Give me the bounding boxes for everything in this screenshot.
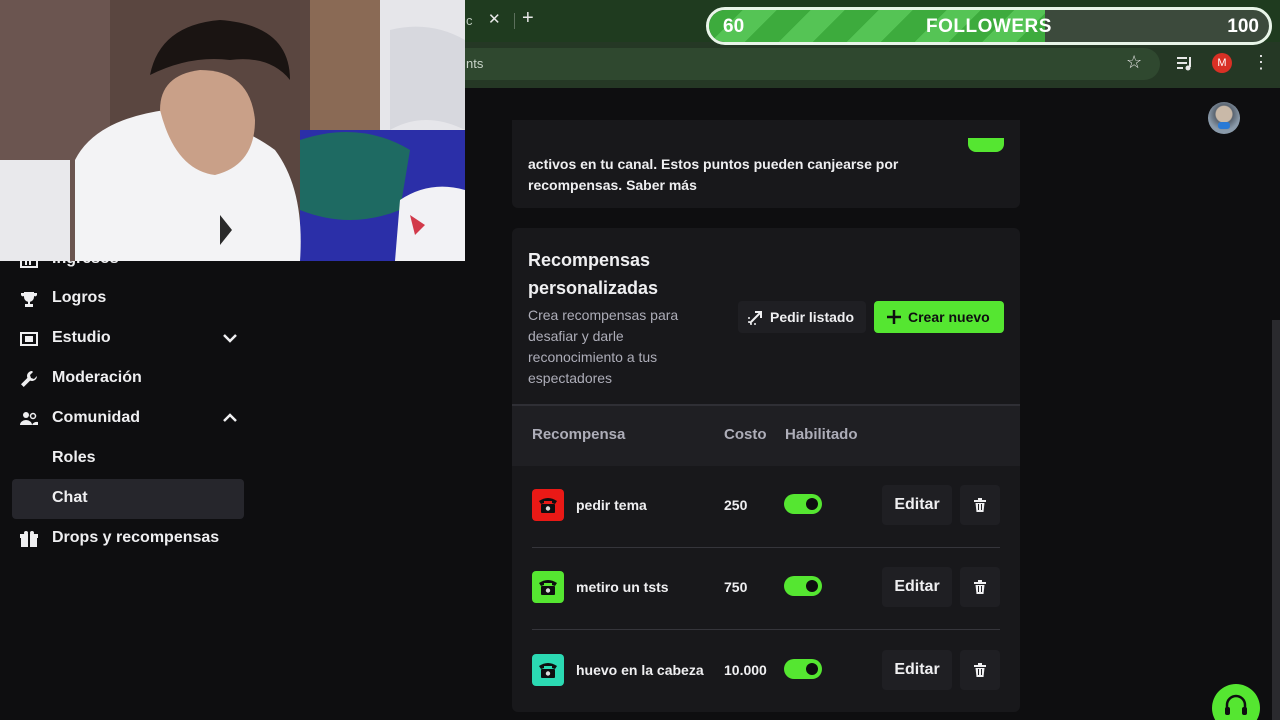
new-tab-icon[interactable]: +	[522, 7, 534, 30]
tab-close-icon[interactable]: ✕	[488, 10, 501, 28]
chevron-up-icon[interactable]	[222, 412, 238, 424]
toggle-knob	[806, 663, 818, 675]
toggle-knob	[806, 580, 818, 592]
reward-phone-icon	[532, 571, 564, 603]
goal-title: FOLLOWERS	[926, 16, 1052, 37]
reward-enabled-toggle[interactable]	[784, 494, 822, 514]
followers-goal-overlay: 60 FOLLOWERS 100	[706, 7, 1272, 45]
delete-reward-button[interactable]	[960, 567, 1000, 607]
table-row: metiro un tsts 750 Editar	[512, 548, 1020, 630]
sidebar-item-logros[interactable]: Logros	[12, 279, 244, 319]
custom-rewards-card: Recompensas personalizadas Crea recompen…	[512, 228, 1020, 712]
row-divider	[532, 629, 1000, 630]
sidebar-item-label: Estudio	[52, 329, 111, 346]
reward-name: huevo en la cabeza	[576, 662, 704, 678]
help-button[interactable]	[1212, 684, 1260, 720]
browser-menu-icon[interactable]: ⋮	[1252, 52, 1270, 73]
webcam-overlay	[0, 0, 465, 261]
popout-icon	[748, 311, 762, 325]
toggle-knob	[806, 498, 818, 510]
sidebar-item-label: Logros	[52, 289, 107, 306]
sidebar-item-moderacion[interactable]: Moderación	[12, 359, 244, 399]
channel-points-card: activos en tu canal. Estos puntos pueden…	[512, 120, 1020, 208]
plus-icon	[887, 310, 901, 324]
create-new-label: Crear nuevo	[908, 309, 990, 325]
reward-name: metiro un tsts	[576, 579, 669, 595]
reward-name: pedir tema	[576, 497, 647, 513]
chevron-down-icon[interactable]	[222, 332, 238, 344]
edit-reward-button[interactable]: Editar	[882, 567, 952, 607]
channel-points-text-line2: recompensas.	[528, 177, 623, 193]
goal-target: 100	[1227, 16, 1259, 37]
sidebar-item-roles[interactable]: Roles	[12, 439, 244, 479]
rewards-table-header: Recompensa Costo Habilitado	[512, 406, 1020, 466]
page-scrollbar[interactable]	[1272, 320, 1280, 720]
headset-icon	[1225, 694, 1247, 715]
tab-separator	[514, 13, 515, 29]
reward-cost: 750	[724, 579, 748, 595]
reward-cost: 250	[724, 497, 748, 513]
trash-icon	[974, 580, 986, 594]
channel-points-toggle[interactable]	[968, 138, 1004, 152]
webcam-image	[0, 0, 465, 261]
edit-reward-button[interactable]: Editar	[882, 650, 952, 690]
table-row: pedir tema 250 Editar	[512, 466, 1020, 548]
browser-profile-avatar[interactable]: M	[1212, 53, 1232, 73]
trash-icon	[974, 663, 986, 677]
sidebar-item-label: Comunidad	[52, 409, 140, 426]
request-list-button[interactable]: Pedir listado	[738, 301, 866, 333]
create-new-button[interactable]: Crear nuevo	[874, 301, 1004, 333]
request-list-label: Pedir listado	[770, 309, 855, 325]
screen: c ✕ + — ✕ nts ☆ M ⋮ 60 FOLLOWERS 100 Ing…	[0, 0, 1280, 720]
reward-cost: 10.000	[724, 662, 767, 678]
reward-enabled-toggle[interactable]	[784, 659, 822, 679]
channel-points-text-line1: activos en tu canal. Estos puntos pueden…	[528, 156, 899, 172]
sidebar-item-chat[interactable]: Chat	[12, 479, 244, 519]
sidebar-item-estudio[interactable]: Estudio	[12, 319, 244, 359]
column-header-enabled: Habilitado	[785, 426, 858, 443]
url-text[interactable]: nts	[466, 56, 483, 71]
gift-icon	[20, 531, 38, 547]
reward-phone-icon	[532, 654, 564, 686]
sidebar-item-drops[interactable]: Drops y recompensas	[12, 519, 244, 559]
reward-phone-icon	[532, 489, 564, 521]
column-header-cost: Costo	[724, 426, 767, 443]
sidebar-item-label: Moderación	[52, 369, 142, 386]
media-controls-icon[interactable]	[1176, 54, 1194, 72]
sidebar-item-label: Chat	[52, 489, 88, 506]
edit-reward-button[interactable]: Editar	[882, 485, 952, 525]
delete-reward-button[interactable]	[960, 485, 1000, 525]
trash-icon	[974, 498, 986, 512]
learn-more-link[interactable]: Saber más	[626, 177, 697, 193]
channel-points-description: activos en tu canal. Estos puntos pueden…	[528, 154, 948, 196]
wrench-icon	[21, 371, 37, 387]
delete-reward-button[interactable]	[960, 650, 1000, 690]
custom-rewards-title: Recompensas personalizadas	[528, 250, 659, 298]
sidebar-item-label: Drops y recompensas	[52, 529, 220, 546]
reward-enabled-toggle[interactable]	[784, 576, 822, 596]
column-header-reward: Recompensa	[532, 426, 626, 443]
sidebar-item-label: Roles	[52, 449, 96, 466]
trophy-icon	[21, 292, 37, 307]
sidebar-item-comunidad[interactable]: Comunidad	[12, 399, 244, 439]
user-avatar[interactable]	[1208, 102, 1240, 134]
bookmark-star-icon[interactable]: ☆	[1126, 52, 1142, 73]
table-row: huevo en la cabeza 10.000 Editar	[512, 631, 1020, 713]
studio-icon	[20, 332, 38, 346]
community-icon	[20, 412, 38, 425]
tab-title-fragment[interactable]: c	[466, 13, 473, 28]
custom-rewards-description: Crea recompensas para desafiar y darle r…	[528, 307, 679, 386]
